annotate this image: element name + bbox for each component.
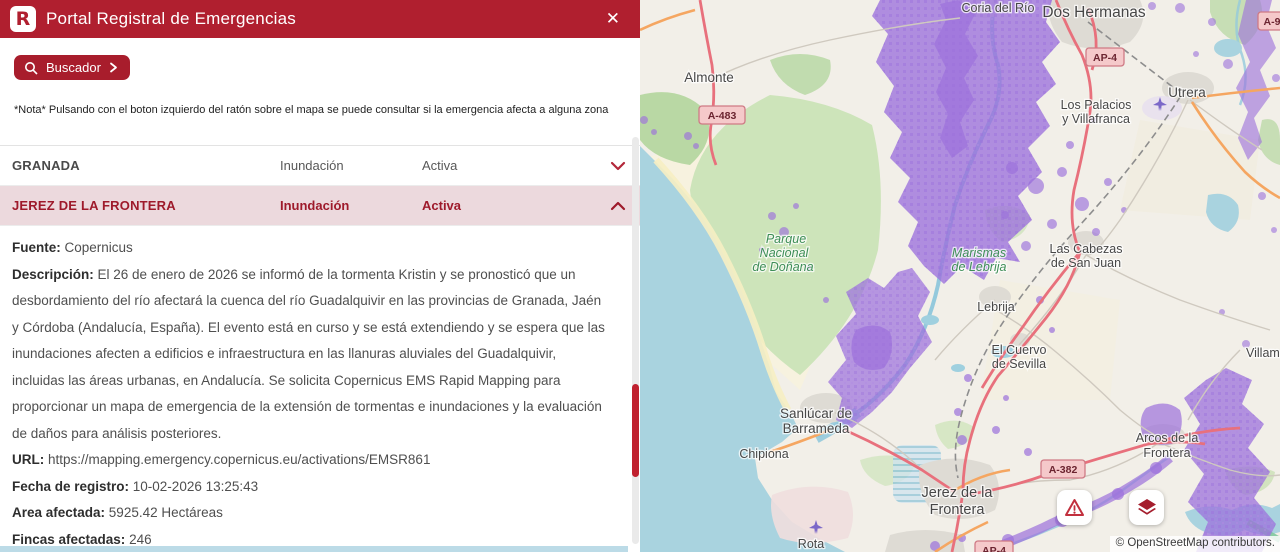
shield-a382: A-382 — [1049, 464, 1078, 476]
layers-icon — [1136, 498, 1158, 518]
emergency-list: GRANADA Inundación Activa JEREZ DE LA FR… — [0, 145, 640, 226]
detail-fuente: Fuente: Copernicus — [12, 235, 610, 262]
descripcion-label: Descripción: — [12, 267, 94, 282]
panel-header: R Portal Registral de Emergencias ✕ — [0, 0, 640, 38]
detail-area: Area afectada: 5925.42 Hectáreas — [12, 500, 610, 527]
label-almonte: Almonte — [684, 70, 734, 85]
detail-url: URL: https://mapping.emergency.copernicu… — [12, 447, 610, 474]
logo-letter: R — [16, 10, 31, 29]
emergency-row-jerez[interactable]: JEREZ DE LA FRONTERA Inundación Activa — [0, 186, 640, 226]
app-window: R Portal Registral de Emergencias ✕ Busc… — [0, 0, 1280, 552]
map-view[interactable]: A-483 AP-4 A-9 A-382 AP-4 Coria del Río … — [640, 0, 1280, 552]
fuente-label: Fuente: — [12, 240, 61, 255]
chevron-right-icon — [109, 62, 118, 73]
search-icon — [24, 61, 38, 75]
label-nacional: Nacional — [760, 246, 810, 260]
label-los-palacios: Los Palacios — [1061, 98, 1132, 112]
emergency-details: Fuente: Copernicus Descripción: El 26 de… — [0, 226, 640, 552]
emergency-name: GRANADA — [12, 158, 280, 173]
label-jerez-frontera: Frontera — [930, 502, 986, 518]
label-arcos-frontera: Frontera — [1143, 446, 1190, 460]
horizontal-scrollbar[interactable] — [0, 546, 628, 552]
emergency-status: Activa — [422, 198, 600, 213]
label-chipiona: Chipiona — [739, 447, 788, 461]
warning-button[interactable] — [1057, 490, 1092, 525]
detail-descripcion: Descripción: El 26 de enero de 2026 se i… — [12, 262, 610, 448]
label-de-donana: de Doñana — [752, 260, 813, 274]
shield-a9: A-9 — [1264, 16, 1280, 28]
label-marismas: Marismas — [952, 246, 1006, 260]
map-attribution[interactable]: © OpenStreetMap contributors. — [1110, 536, 1280, 552]
label-villamartin: Villam — [1246, 346, 1280, 360]
emergency-name: JEREZ DE LA FRONTERA — [12, 198, 280, 213]
label-de-sevilla: de Sevilla — [992, 357, 1046, 371]
label-las-cabezas: Las Cabezas — [1050, 242, 1123, 256]
panel-title: Portal Registral de Emergencias — [46, 9, 600, 29]
label-el-cuervo: El Cuervo — [992, 343, 1047, 357]
detail-fecha: Fecha de registro: 10-02-2026 13:25:43 — [12, 474, 610, 501]
emergency-row-granada[interactable]: GRANADA Inundación Activa — [0, 146, 640, 186]
buscador-label: Buscador — [46, 60, 101, 75]
label-coria-del-rio: Coria del Río — [962, 1, 1035, 15]
fecha-value: 10-02-2026 13:25:43 — [129, 479, 258, 494]
warning-icon — [1064, 498, 1085, 517]
label-jerez: Jerez de la — [922, 485, 994, 501]
label-de-san-juan: de San Juan — [1051, 256, 1121, 270]
label-parque: Parque — [766, 232, 806, 246]
fincas-label: Fincas afectadas: — [12, 532, 125, 547]
layers-button[interactable] — [1129, 490, 1164, 525]
chevron-up-icon[interactable] — [610, 201, 626, 211]
fecha-label: Fecha de registro: — [12, 479, 129, 494]
url-value: https://mapping.emergency.copernicus.eu/… — [44, 452, 430, 467]
emergency-type: Inundación — [280, 198, 422, 213]
shield-a483: A-483 — [708, 110, 737, 122]
shield-ap4: AP-4 — [1093, 52, 1117, 64]
label-barrameda: Barrameda — [783, 421, 850, 436]
label-de-lebrija: de Lebrija — [952, 260, 1007, 274]
label-sanlucar: Sanlúcar de — [780, 406, 852, 421]
map-canvas: A-483 AP-4 A-9 A-382 AP-4 Coria del Río … — [640, 0, 1280, 552]
map-military-zone — [771, 487, 853, 543]
vertical-scrollbar-track[interactable] — [632, 137, 639, 544]
label-rota: Rota — [798, 537, 824, 551]
label-villafranca: y Villafranca — [1062, 112, 1130, 126]
emergency-status: Activa — [422, 158, 600, 173]
vertical-scrollbar-thumb[interactable] — [632, 384, 639, 477]
url-label: URL: — [12, 452, 44, 467]
label-utrera: Utrera — [1168, 85, 1206, 100]
emergency-type: Inundación — [280, 158, 422, 173]
fuente-value: Copernicus — [61, 240, 133, 255]
map-hint-note: *Nota* Pulsando con el boton izquierdo d… — [14, 104, 626, 116]
area-label: Area afectada: — [12, 505, 105, 520]
label-dos-hermanas: Dos Hermanas — [1042, 4, 1146, 21]
area-value: 5925.42 Hectáreas — [105, 505, 223, 520]
buscador-button[interactable]: Buscador — [14, 55, 130, 80]
label-arcos: Arcos de la — [1136, 431, 1199, 445]
descripcion-value: El 26 de enero de 2026 se informó de la … — [12, 267, 605, 441]
shield-ap4-south: AP-4 — [982, 545, 1006, 552]
label-lebrija: Lebrija — [977, 300, 1015, 314]
emergency-panel: R Portal Registral de Emergencias ✕ Busc… — [0, 0, 640, 552]
registradores-logo: R — [10, 6, 36, 32]
close-icon[interactable]: ✕ — [600, 7, 626, 31]
chevron-down-icon[interactable] — [610, 161, 626, 171]
fincas-value: 246 — [125, 532, 151, 547]
